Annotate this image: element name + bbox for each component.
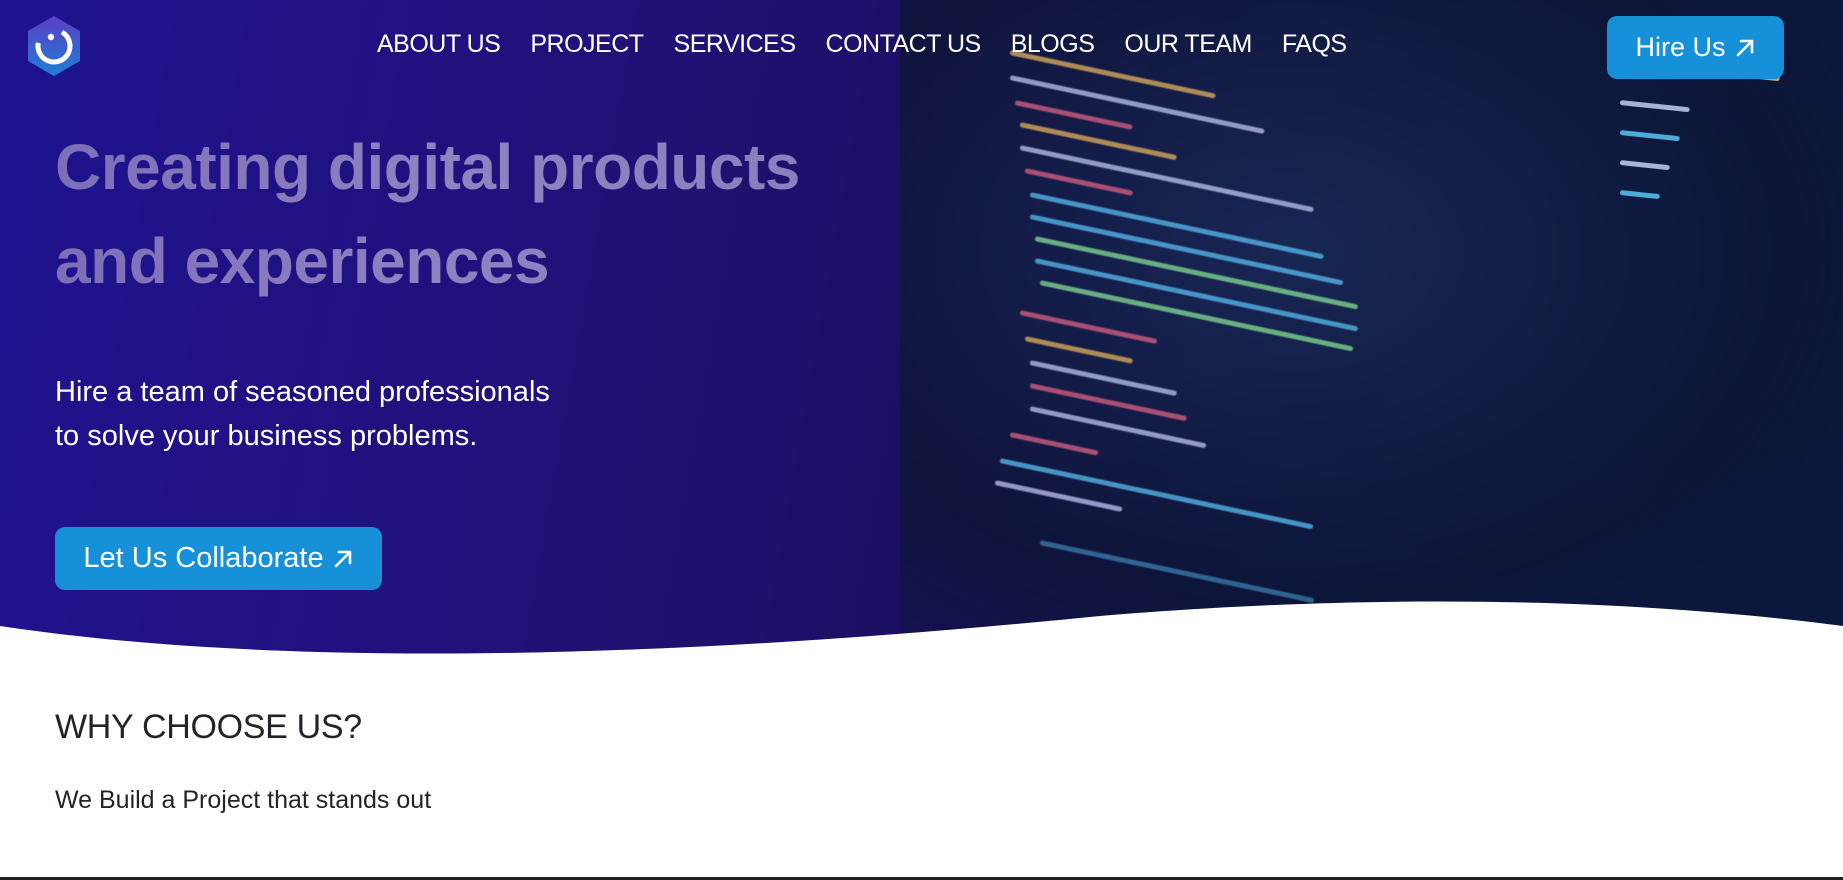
why-choose-us-subtitle: We Build a Project that stands out: [55, 786, 432, 814]
nav-project[interactable]: PROJECT: [530, 30, 644, 59]
collaborate-label: Let Us Collaborate: [83, 542, 324, 574]
logo[interactable]: [24, 14, 84, 78]
arrow-up-right-icon: [1736, 39, 1753, 56]
why-choose-us-title: WHY CHOOSE US?: [55, 708, 362, 746]
collaborate-button[interactable]: Let Us Collaborate: [55, 527, 382, 590]
nav-contact-us[interactable]: CONTACT US: [826, 30, 982, 59]
hero-title: Creating digital products and experience…: [55, 120, 855, 308]
smiley-hexagon-logo-icon: [28, 16, 80, 76]
arrow-up-right-icon: [334, 550, 351, 567]
nav-blogs[interactable]: BLOGS: [1011, 30, 1095, 59]
main-nav: ABOUT US PROJECT SERVICES CONTACT US BLO…: [377, 30, 1347, 59]
hire-us-button[interactable]: Hire Us: [1607, 16, 1784, 79]
nav-our-team[interactable]: OUR TEAM: [1124, 30, 1252, 59]
hire-us-label: Hire Us: [1635, 32, 1726, 62]
nav-services[interactable]: SERVICES: [674, 30, 796, 59]
hero-subtitle: Hire a team of seasoned professionals to…: [55, 370, 675, 458]
nav-about-us[interactable]: ABOUT US: [377, 30, 501, 59]
nav-faqs[interactable]: FAQS: [1282, 30, 1347, 59]
hero-title-line-1: Creating digital products: [55, 131, 800, 203]
hero-title-line-2: and experiences: [55, 225, 550, 297]
hero-subtitle-line-1: Hire a team of seasoned professionals: [55, 376, 550, 408]
hero-subtitle-line-2: to solve your business problems.: [55, 420, 478, 452]
hero-wave-divider: [0, 601, 1843, 660]
